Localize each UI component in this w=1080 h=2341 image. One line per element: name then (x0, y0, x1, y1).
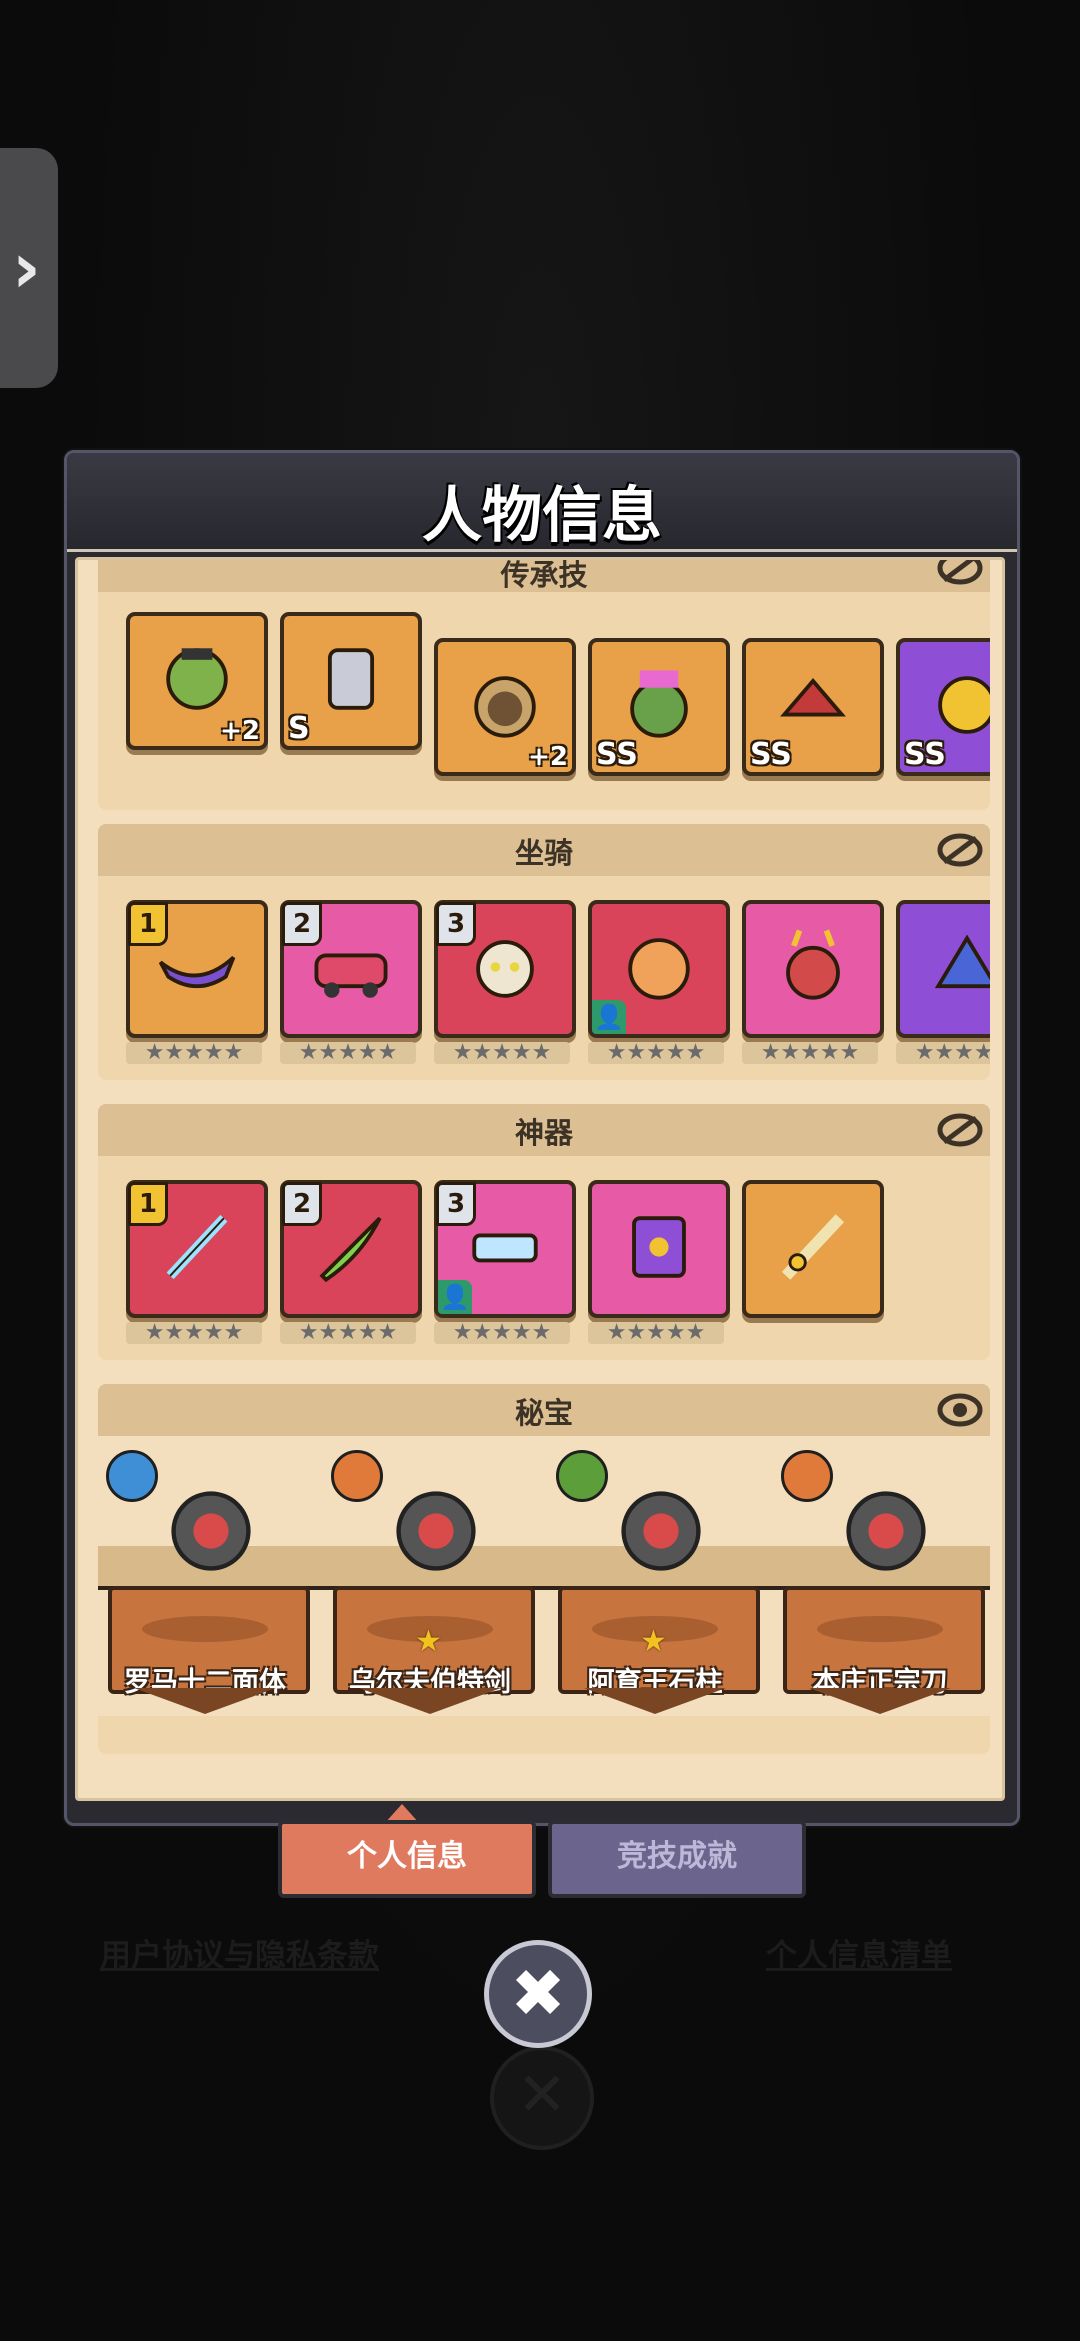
artifact-card[interactable]: 2 (280, 1180, 422, 1318)
tab-personal-info[interactable]: 个人信息 (278, 1820, 536, 1898)
tree-icon (106, 1450, 158, 1502)
background-close-icon: ✕ (490, 2046, 594, 2150)
sun-icon (556, 1450, 608, 1502)
deer-mount-icon (765, 919, 861, 1019)
treasure-pedestal[interactable]: 本庄正宗刀 (783, 1586, 985, 1718)
treasure-pedestal[interactable]: ★ 乌尔夫伯特剑 (333, 1586, 535, 1718)
panel-body[interactable]: 传承技 +2 S +2 SS SS SS 坐骑 1 ★★★★★ 2 ★★★★★ 3 ★★★★★ 👤 ★★… (75, 557, 1005, 1801)
legacy-card[interactable]: +2 (434, 638, 576, 776)
star-rating: ★★★★★ (434, 1322, 570, 1344)
pedestal-bottom (134, 1688, 276, 1714)
pedestal-bottom (809, 1688, 951, 1714)
section-header: 秘宝 (98, 1384, 990, 1436)
legacy-card[interactable]: SS (588, 638, 730, 776)
rank-number-badge: 3 (436, 902, 476, 946)
book-artifact-icon (611, 1199, 707, 1299)
mount-card[interactable]: 2 (280, 900, 422, 1038)
star-rating: ★★★★★ (434, 1042, 570, 1064)
treasure-3-icon (831, 1476, 941, 1590)
rank-number-badge: 2 (282, 902, 322, 946)
privacy-link[interactable]: 用户协议与隐私条款 (100, 1930, 379, 1975)
shield-icon (331, 1450, 383, 1502)
close-button[interactable]: ✖ (484, 1940, 592, 2048)
shield-icon (781, 1450, 833, 1502)
grade-label: S (288, 711, 310, 746)
gold-sword-artifact-icon (765, 1199, 861, 1299)
artifact-card-row: 1 ★★★★★ 2 ★★★★★ 3 👤 ★★★★★ ★★★★★ (98, 1104, 990, 1360)
person-icon: 👤 (592, 1000, 626, 1034)
treasure-2-icon (606, 1476, 716, 1590)
tab-arena-achievements[interactable]: 竞技成就 (548, 1820, 806, 1898)
star-rating: ★★★★★ (896, 1042, 990, 1064)
artifact-card[interactable] (588, 1180, 730, 1318)
star-rating: ★★★★★ (280, 1042, 416, 1064)
rank-number-badge: 2 (282, 1182, 322, 1226)
close-icon: ✖ (510, 1955, 566, 2032)
star-rating: ★★★★★ (280, 1322, 416, 1344)
section-artifact: 神器 1 ★★★★★ 2 ★★★★★ 3 👤 ★★★★★ ★★★★★ (98, 1104, 990, 1360)
legacy-card-row: +2 S +2 SS SS SS (98, 560, 990, 810)
star-icon: ★ (415, 1624, 442, 1659)
section-mount: 坐骑 1★★★★★2★★★★★3★★★★★👤★★★★★★★★★★★★★★★ (98, 824, 990, 1080)
mount-card[interactable]: 1 (126, 900, 268, 1038)
mount-card[interactable] (742, 900, 884, 1038)
star-rating: ★★★★★ (126, 1042, 262, 1064)
star-icon: ★ (640, 1624, 667, 1659)
star-rating: ★★★★★ (588, 1322, 724, 1344)
legacy-card[interactable]: S (280, 612, 422, 750)
treasure-1-icon (381, 1476, 491, 1590)
treasure-shelf: 罗马十二面体 ★ 乌尔夫伯特剑 ★ 阿育王石柱 本庄正宗刀 (98, 1436, 990, 1716)
rank-number-badge: 3 (436, 1182, 476, 1226)
mount-card-row: 1 ★★★★★ 2 ★★★★★ 3 ★★★★★ 👤 ★★★★★ ★★★★★ ★★★★★ (98, 824, 990, 1080)
dragon-mount-icon (919, 919, 990, 1019)
panel-header: 人物信息 (67, 453, 1017, 552)
chevron-right-icon: › (12, 227, 41, 309)
pedestal-bottom (584, 1688, 726, 1714)
upgrade-level: +2 (220, 716, 260, 746)
legacy-card[interactable]: SS (742, 638, 884, 776)
rank-number-badge: 1 (128, 1182, 168, 1226)
grade-label: SS (904, 737, 946, 772)
rank-number-badge: 1 (128, 902, 168, 946)
artifact-card[interactable] (742, 1180, 884, 1318)
grade-label: SS (750, 737, 792, 772)
eye-visible-icon[interactable] (936, 1388, 984, 1432)
pedestal-oval (142, 1616, 268, 1642)
artifact-card[interactable]: 1 (126, 1180, 268, 1318)
person-icon: 👤 (438, 1280, 472, 1314)
character-info-panel: 人物信息 传承技 +2 S +2 SS SS SS 坐骑 1 ★★★★★ 2 ★… (64, 450, 1020, 1826)
grade-label: SS (596, 737, 638, 772)
treasure-pedestal[interactable]: ★ 阿育王石柱 (558, 1586, 760, 1718)
upgrade-level: +2 (528, 742, 568, 772)
knight-hero-icon (303, 631, 399, 731)
star-rating: ★★★★★ (742, 1042, 878, 1064)
mount-card[interactable]: 👤 (588, 900, 730, 1038)
panel-title: 人物信息 (422, 481, 662, 551)
mount-card[interactable] (896, 900, 990, 1038)
section-title: 秘宝 (514, 1396, 573, 1430)
section-treasure: 秘宝 罗马十二面体 ★ 乌尔夫伯特剑 ★ 阿育王石柱 本庄正宗刀 (98, 1384, 990, 1754)
legacy-card[interactable]: +2 (126, 612, 268, 750)
star-rating: ★★★★★ (126, 1322, 262, 1344)
mount-card[interactable]: 3 (434, 900, 576, 1038)
artifact-card[interactable]: 3 👤 (434, 1180, 576, 1318)
treasure-pedestal[interactable]: 罗马十二面体 (108, 1586, 310, 1718)
legacy-card[interactable]: SS (896, 638, 990, 776)
section-legacy: 传承技 +2 S +2 SS SS SS (98, 560, 990, 810)
star-rating: ★★★★★ (588, 1042, 724, 1064)
pedestal-oval (817, 1616, 943, 1642)
treasure-0-icon (156, 1476, 266, 1590)
side-drawer-tab[interactable]: › (0, 148, 58, 388)
pedestal-bottom (359, 1688, 501, 1714)
personal-info-list-link[interactable]: 个人信息清单 (766, 1930, 952, 1975)
